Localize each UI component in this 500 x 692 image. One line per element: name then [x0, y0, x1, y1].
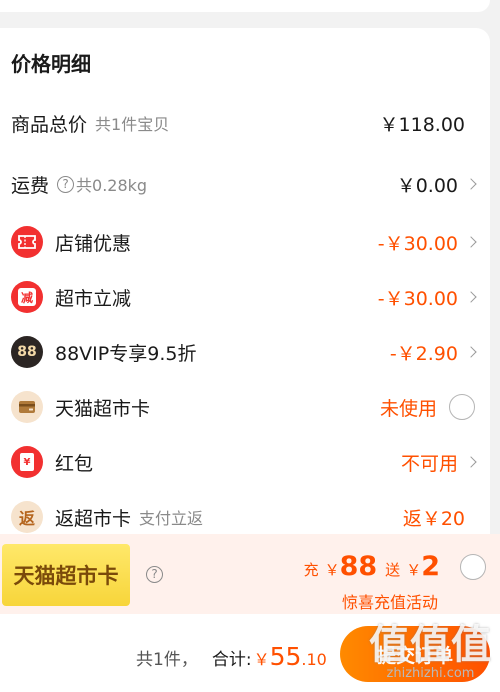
hongbao-row[interactable]: ¥ 红包 不可用	[0, 442, 490, 482]
order-total: 共1件， 合计: ￥ 55 .10	[136, 642, 327, 671]
vip-label: 88VIP专享9.5折	[55, 342, 197, 365]
gift-label: 送	[385, 561, 401, 579]
shipping-weight: 共0.28kg	[76, 176, 148, 195]
promo-subtitle: 惊喜充值活动	[341, 593, 438, 612]
hongbao-status: 不可用	[400, 452, 458, 475]
chevron-right-icon	[465, 291, 477, 303]
goods-total-row: 商品总价 共1件宝贝 ￥118.00	[0, 103, 490, 143]
gift-value: 2	[421, 551, 440, 582]
rebate-row: 返 返超市卡 支付立返 返￥20	[0, 497, 490, 537]
market-card-label: 天猫超市卡	[55, 397, 151, 420]
total-label: 合计:	[211, 650, 252, 670]
market-card-status: 未使用	[379, 397, 437, 420]
goods-total-label: 商品总价	[11, 113, 88, 136]
section-title: 价格明细	[11, 52, 91, 76]
vip-amount: -￥2.90	[389, 342, 458, 365]
watermark: 值值值 zhizhizhi.com	[369, 612, 492, 681]
shop-discount-row[interactable]: 店铺优惠 -￥30.00	[0, 222, 490, 262]
market-cut-amount: -￥30.00	[377, 287, 458, 310]
total-decimal: .10	[301, 650, 327, 669]
gift-currency: ￥	[406, 561, 422, 579]
chevron-right-icon	[465, 456, 477, 468]
watermark-logo: 值值值	[369, 622, 492, 668]
market-cut-label: 超市立减	[55, 287, 132, 310]
charge-value: 88	[339, 551, 378, 582]
shop-discount-label: 店铺优惠	[55, 232, 132, 255]
recharge-promo[interactable]: 天猫超市卡 ? 充 ￥ 88 送 ￥ 2 惊喜充值活动	[0, 534, 500, 614]
vip-88-icon: 88	[11, 336, 43, 368]
chevron-right-icon	[465, 178, 477, 190]
hongbao-label: 红包	[55, 452, 94, 475]
watermark-url: zhizhizhi.com	[386, 666, 475, 681]
shipping-amount: ￥0.00	[396, 174, 458, 197]
red-envelope-icon: ¥	[11, 446, 43, 478]
reduction-glyph: 减	[18, 288, 36, 306]
reduction-icon: 减	[11, 281, 43, 313]
total-currency: ￥	[253, 650, 270, 669]
charge-currency: ￥	[324, 561, 340, 579]
charge-label: 充	[303, 561, 319, 579]
question-circle-icon[interactable]: ?	[57, 175, 75, 193]
chevron-right-icon	[465, 236, 477, 248]
shop-discount-amount: -￥30.00	[377, 232, 458, 255]
wallet-card-icon	[11, 391, 43, 423]
market-cut-row[interactable]: 减 超市立减 -￥30.00	[0, 277, 490, 317]
question-circle-icon[interactable]: ?	[146, 566, 163, 583]
market-card-radio[interactable]	[449, 394, 475, 420]
vip-row[interactable]: 88 88VIP专享9.5折 -￥2.90	[0, 332, 490, 372]
total-integer: 55	[269, 642, 302, 671]
market-card-row[interactable]: 天猫超市卡 未使用	[0, 387, 490, 427]
shipping-label: 运费	[11, 174, 50, 197]
shipping-row[interactable]: 运费 ? 共0.28kg ￥0.00	[0, 164, 490, 204]
rebate-label: 返超市卡	[55, 507, 132, 530]
recharge-offer: 充 ￥ 88 送 ￥ 2	[304, 551, 440, 582]
rebate-sub: 支付立返	[139, 509, 204, 528]
recharge-radio[interactable]	[460, 554, 486, 580]
rebate-icon: 返	[11, 501, 43, 533]
goods-total-sub: 共1件宝贝	[95, 115, 170, 134]
rebate-amount: 返￥20	[402, 507, 465, 530]
market-card-badge: 天猫超市卡	[2, 544, 130, 606]
red-envelope-glyph: ¥	[20, 453, 34, 471]
coupon-icon	[11, 226, 43, 258]
previous-section-card	[0, 0, 490, 12]
item-count: 共1件，	[136, 650, 198, 670]
goods-total-amount: ￥118.00	[379, 113, 465, 136]
chevron-right-icon	[465, 346, 477, 358]
